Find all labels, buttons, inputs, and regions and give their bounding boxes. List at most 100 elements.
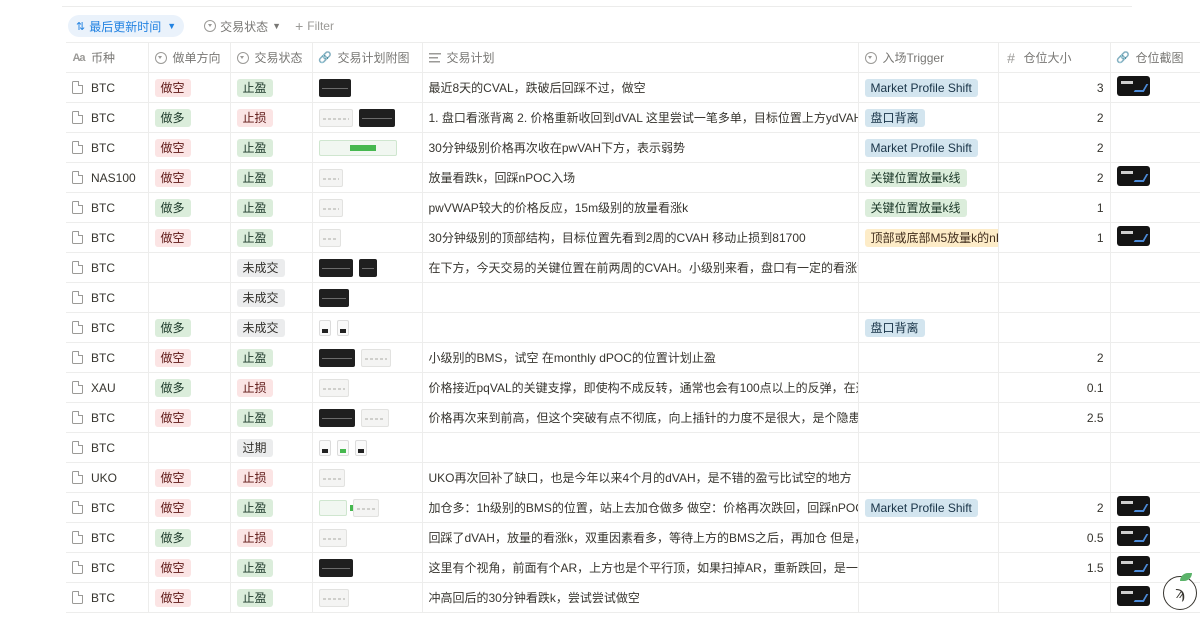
cell-plan[interactable]: 30分钟级别价格再次收在pwVAH下方，表示弱势 [422,132,859,163]
cell-plan-attachment[interactable] [312,282,423,313]
cell-screenshot[interactable] [1110,252,1200,283]
cell-size[interactable]: 2 [998,102,1111,133]
chart-thumbnail[interactable] [318,319,331,336]
chart-thumbnail[interactable] [318,378,349,397]
cell-trigger[interactable] [858,552,999,583]
cell-screenshot[interactable] [1110,72,1200,103]
cell-direction[interactable]: 做空 [148,342,231,373]
position-screenshot-thumbnail[interactable] [1116,526,1150,546]
cell-plan[interactable]: 放量看跌k，回踩nPOC入场 [422,162,859,193]
cell-plan[interactable]: UKO再次回补了缺口，也是今年以来4个月的dVAH，是不错的盈亏比试空的地方 [422,462,859,493]
notion-ai-assistant-button[interactable]: ϡ [1163,573,1197,610]
cell-plan[interactable]: 小级别的BMS，试空 在monthly dPOC的位置计划止盈 [422,342,859,373]
table-row[interactable]: BTC 未成交 [66,282,1200,313]
cell-plan[interactable]: 30分钟级别的顶部结构，目标位置先看到2周的CVAH 移动止损到81700 [422,222,859,253]
cell-direction[interactable]: 做空 [148,132,231,163]
cell-screenshot[interactable] [1110,462,1200,493]
position-screenshot-thumbnail[interactable] [1116,556,1150,576]
chart-thumbnail[interactable] [360,348,391,367]
cell-plan-attachment[interactable] [312,132,423,163]
cell-coin[interactable]: BTC [66,552,149,583]
cell-screenshot[interactable] [1110,312,1200,343]
chart-thumbnail[interactable] [318,228,341,247]
cell-direction[interactable]: 做多 [148,312,231,343]
cell-direction[interactable]: 做空 [148,162,231,193]
cell-coin[interactable]: BTC [66,312,149,343]
cell-direction[interactable]: 做空 [148,462,231,493]
column-header-trigger[interactable]: 入场Trigger [858,42,999,73]
cell-plan-attachment[interactable] [312,372,423,403]
chart-thumbnail[interactable] [318,528,347,547]
cell-direction[interactable] [148,282,231,313]
chart-thumbnail[interactable] [318,499,376,516]
cell-status[interactable]: 止损 [230,462,313,493]
cell-size[interactable]: 3 [998,72,1111,103]
cell-size[interactable]: 2 [998,162,1111,193]
cell-screenshot[interactable] [1110,222,1200,253]
cell-plan[interactable]: 这里有个视角，前面有个AR，上方也是个平行顶，如果扫掉AR，重新跌回，是一个更好 [422,552,859,583]
chart-thumbnail[interactable] [336,319,349,336]
cell-coin[interactable]: BTC [66,252,149,283]
chart-thumbnail[interactable] [318,588,349,607]
cell-trigger[interactable] [858,342,999,373]
cell-size[interactable] [998,582,1111,613]
cell-status[interactable]: 止盈 [230,162,313,193]
cell-plan[interactable]: 1. 盘口看涨背离 2. 价格重新收回到dVAL 这里尝试一笔多单，目标位置上方… [422,102,859,133]
table-row[interactable]: BTC 做空 止盈 这里有个视角，前面有个AR，上方也是个平行顶，如果扫掉AR，重新跌… [66,552,1200,583]
cell-coin[interactable]: BTC [66,132,149,163]
cell-plan-attachment[interactable] [312,162,423,193]
cell-plan-attachment[interactable] [312,192,423,223]
chart-thumbnail[interactable] [318,468,345,487]
chart-thumbnail[interactable] [318,78,351,97]
cell-trigger[interactable]: Market Profile Shift [858,72,999,103]
chart-thumbnail[interactable] [336,439,349,456]
cell-status[interactable]: 止盈 [230,222,313,253]
column-header-direction[interactable]: 做单方向 [148,42,231,73]
cell-status[interactable]: 止盈 [230,492,313,523]
cell-plan[interactable]: 回踩了dVAH，放量的看涨k，双重因素看多，等待上方的BMS之后，再加仓 但是，… [422,522,859,553]
cell-coin[interactable]: BTC [66,222,149,253]
cell-plan-attachment[interactable] [312,522,423,553]
cell-direction[interactable]: 做多 [148,372,231,403]
chart-thumbnail[interactable] [318,439,331,456]
cell-coin[interactable]: BTC [66,282,149,313]
cell-direction[interactable]: 做多 [148,522,231,553]
column-header-plan-attachment[interactable]: 🔗 交易计划附图 [312,42,423,73]
cell-trigger[interactable] [858,522,999,553]
chart-thumbnail[interactable] [318,258,353,277]
cell-plan[interactable]: 在下方，今天交易的关键位置在前两周的CVAH。小级别来看，盘口有一定的看涨背离 [422,252,859,283]
table-row[interactable]: BTC 做空 止盈 30分钟级别价格再次收在pwVAH下方，表示弱势 Market Pr… [66,132,1200,163]
column-header-plan[interactable]: 交易计划 [422,42,859,73]
cell-status[interactable]: 止盈 [230,552,313,583]
cell-size[interactable]: 0.5 [998,522,1111,553]
cell-coin[interactable]: XAU [66,372,149,403]
position-screenshot-thumbnail[interactable] [1116,586,1150,606]
cell-trigger[interactable]: Market Profile Shift [858,132,999,163]
cell-plan[interactable]: 冲高回后的30分钟看跌k，尝试尝试做空 [422,582,859,613]
cell-status[interactable]: 止损 [230,102,313,133]
cell-screenshot[interactable] [1110,402,1200,433]
cell-direction[interactable] [148,432,231,463]
cell-status[interactable]: 止盈 [230,342,313,373]
cell-coin[interactable]: BTC [66,72,149,103]
table-row[interactable]: BTC 做空 止盈 小级别的BMS，试空 在monthly dPOC的位置计划止盈 2 [66,342,1200,373]
cell-trigger[interactable] [858,372,999,403]
chart-thumbnail[interactable] [354,439,367,456]
cell-direction[interactable]: 做多 [148,192,231,223]
cell-coin[interactable]: NAS100 [66,162,149,193]
cell-status[interactable]: 未成交 [230,312,313,343]
cell-direction[interactable]: 做空 [148,402,231,433]
status-filter-chip[interactable]: 交易状态 ▼ [204,18,281,35]
cell-status[interactable]: 止盈 [230,192,313,223]
table-row[interactable]: XAU 做多 止损 价格接近pqVAL的关键支撑，即使构不成反转，通常也会有100点以… [66,372,1200,403]
cell-size[interactable] [998,282,1111,313]
position-screenshot-thumbnail[interactable] [1116,496,1150,516]
cell-plan[interactable]: 加仓多：1h级别的BMS的位置，站上去加仓做多 做空：价格再次跌回，回踩nPOC… [422,492,859,523]
cell-screenshot[interactable] [1110,372,1200,403]
cell-size[interactable]: 1 [998,192,1111,223]
cell-size[interactable]: 1 [998,222,1111,253]
cell-coin[interactable]: BTC [66,402,149,433]
cell-size[interactable]: 1.5 [998,552,1111,583]
column-header-screenshot[interactable]: 🔗 仓位截图 [1110,42,1200,73]
cell-direction[interactable]: 做多 [148,102,231,133]
